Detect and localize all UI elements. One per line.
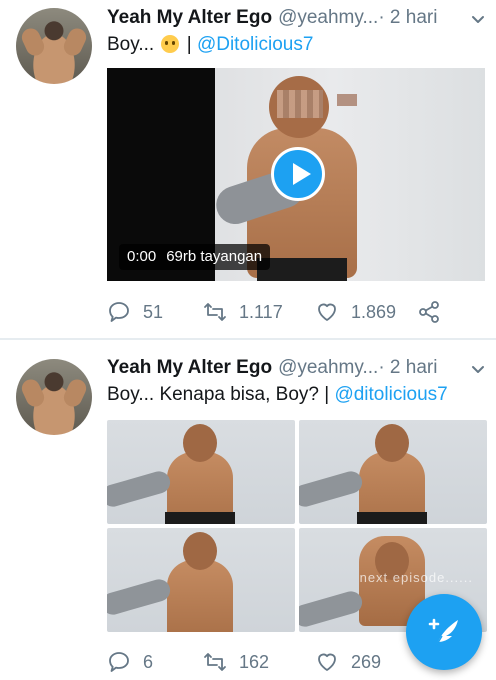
reply-button[interactable]: 51 — [107, 298, 163, 326]
tweet-header: Yeah My Alter Ego @yeahmy... · 2 hari — [107, 4, 437, 32]
video-duration: 0:00 — [127, 248, 157, 265]
like-count: 269 — [351, 651, 382, 672]
play-icon[interactable] — [271, 147, 325, 201]
heart-icon — [318, 653, 336, 671]
heart-icon — [318, 303, 336, 321]
video-info-badge: 0:00 69rb tayangan — [119, 244, 271, 270]
tweet-text-prefix: Boy... — [107, 34, 160, 55]
image-watermark: next episode...... — [359, 570, 473, 585]
timestamp[interactable]: · 2 hari — [378, 357, 437, 379]
reply-icon — [109, 302, 129, 322]
retweet-count: 1.117 — [239, 301, 283, 322]
like-button[interactable]: 1.869 — [315, 298, 396, 326]
retweet-icon — [204, 653, 226, 671]
like-count: 1.869 — [351, 301, 397, 322]
avatar[interactable] — [16, 359, 92, 435]
tweet-actions: 51 1.117 1.869 — [107, 298, 487, 326]
tweet-text: Boy... | @Ditolicious7 — [107, 34, 313, 56]
mention-link[interactable]: @Ditolicious7 — [197, 34, 313, 55]
retweet-button[interactable]: 1.117 — [203, 298, 283, 326]
reply-count: 6 — [143, 651, 154, 672]
chevron-down-icon[interactable] — [470, 12, 486, 28]
mention-link[interactable]: @ditolicious7 — [334, 384, 447, 405]
share-icon — [419, 301, 439, 323]
tweet-header: Yeah My Alter Ego @yeahmy... · 2 hari — [107, 354, 437, 382]
chevron-down-icon[interactable] — [470, 362, 486, 378]
video-views: 69rb tayangan — [166, 248, 263, 265]
compose-tweet-button[interactable] — [406, 594, 482, 670]
tweet-text-separator: | — [181, 34, 197, 55]
avatar[interactable] — [16, 8, 92, 84]
tweet-text-prefix: Boy... Kenapa bisa, Boy? | — [107, 384, 335, 405]
display-name[interactable]: Yeah My Alter Ego — [107, 357, 272, 379]
tweet-1[interactable]: Yeah My Alter Ego @yeahmy... · 2 hari Bo… — [0, 0, 496, 338]
retweet-count: 162 — [239, 651, 270, 672]
tweet-text: Boy... Kenapa bisa, Boy? | @ditolicious7 — [107, 384, 448, 406]
photo-3[interactable] — [107, 528, 295, 632]
display-name[interactable]: Yeah My Alter Ego — [107, 7, 272, 29]
user-handle[interactable]: @yeahmy... — [278, 7, 378, 29]
retweet-button[interactable]: 162 — [203, 648, 269, 676]
user-handle[interactable]: @yeahmy... — [278, 357, 378, 379]
crying-emoji-icon — [161, 35, 180, 53]
timestamp[interactable]: · 2 hari — [378, 7, 437, 29]
reply-icon — [109, 652, 129, 672]
share-button[interactable] — [417, 298, 441, 326]
photo-2[interactable] — [299, 420, 487, 524]
compose-tweet-icon — [428, 618, 458, 647]
video-player[interactable]: 0:00 69rb tayangan — [107, 68, 485, 281]
reply-button[interactable]: 6 — [107, 648, 153, 676]
like-button[interactable]: 269 — [315, 648, 381, 676]
reply-count: 51 — [143, 301, 164, 322]
photo-1[interactable] — [107, 420, 295, 524]
retweet-icon — [204, 303, 226, 321]
